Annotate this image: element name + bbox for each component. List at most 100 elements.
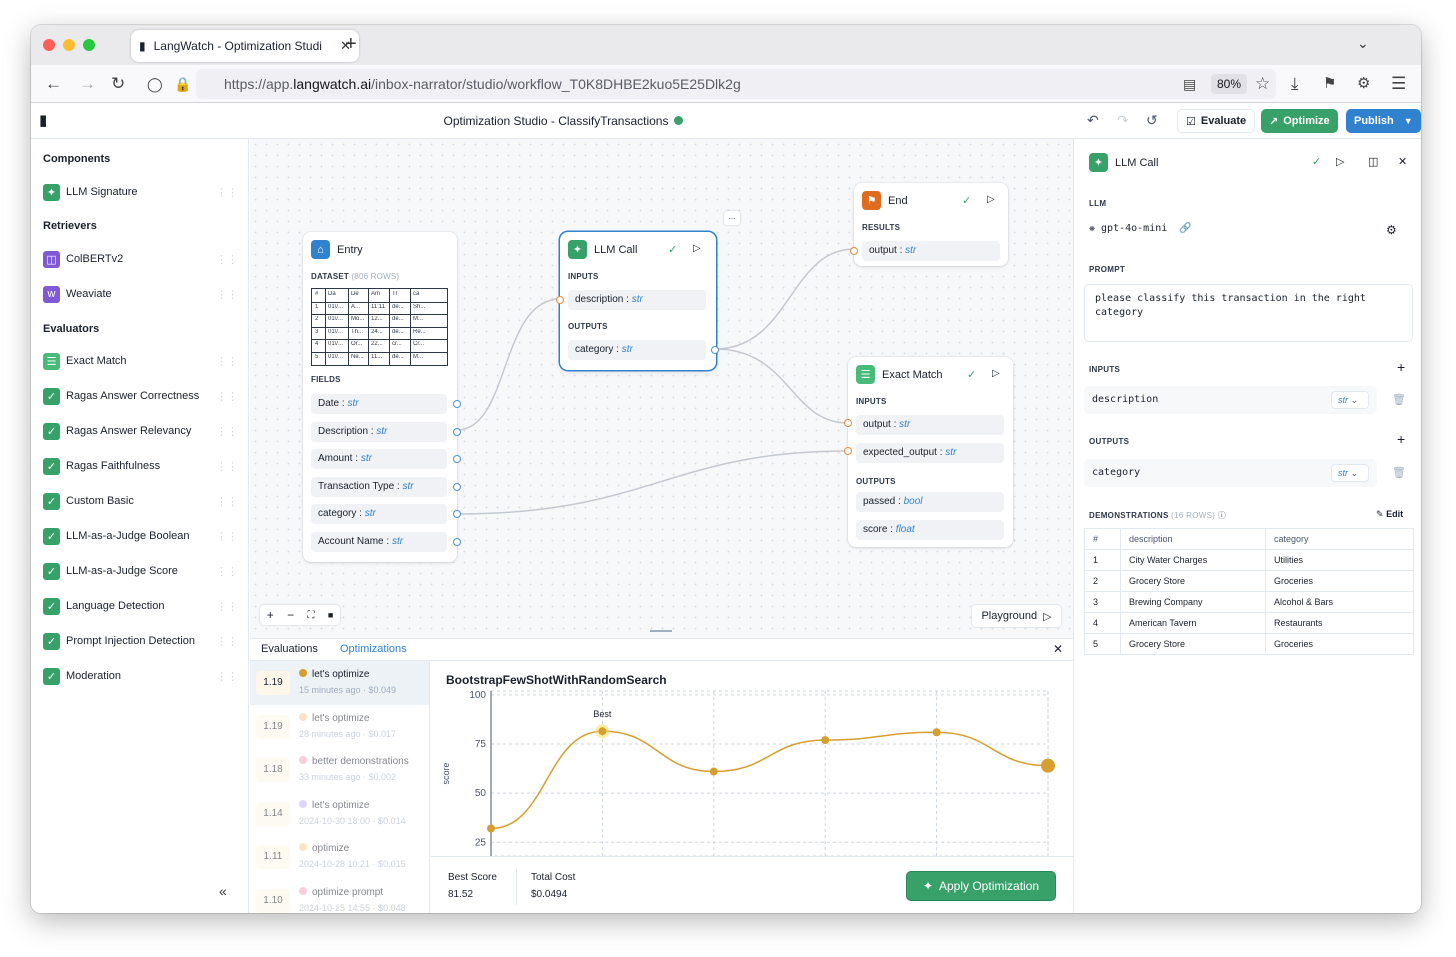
optimization-run-item[interactable]: 1.19let's optimize28 minutes ago · $0.01… — [250, 705, 430, 749]
tracking-shield-icon[interactable]: ◯ — [147, 74, 163, 94]
entry-field[interactable]: Amount : str — [311, 449, 447, 469]
workflow-canvas[interactable]: ⌂Entry DATASET (806 ROWS) #DaDeAmTrca101… — [250, 139, 1073, 638]
prompt-textarea[interactable]: please classify this transaction in the … — [1084, 284, 1413, 342]
type-select[interactable]: str ⌄ — [1331, 464, 1369, 482]
exact-input-expected-field[interactable]: expected_output : str — [856, 443, 1004, 463]
extension-bell-icon[interactable]: ⚑ — [1323, 74, 1336, 94]
bookmark-star-icon[interactable]: ☆ — [1255, 74, 1270, 94]
table-row[interactable]: 2Grocery StoreGroceries — [1085, 571, 1414, 592]
optimization-run-item[interactable]: 1.19let's optimize15 minutes ago · $0.04… — [250, 661, 430, 705]
entry-field[interactable]: category : str — [311, 504, 447, 524]
fit-view-icon[interactable]: ⛶ — [307, 610, 314, 621]
entry-node[interactable]: ⌂Entry DATASET (806 ROWS) #DaDeAmTrca101… — [303, 232, 457, 562]
add-output-icon[interactable]: + — [1397, 431, 1405, 447]
lock-icon[interactable]: 🔒 — [174, 74, 191, 94]
zoom-level[interactable]: 80% — [1211, 74, 1247, 94]
trash-icon[interactable]: 🗑 — [1392, 466, 1406, 479]
exact-input-output-field[interactable]: output : str — [856, 415, 1004, 435]
table-row[interactable]: 4American TavernRestaurants — [1085, 613, 1414, 634]
input-handle[interactable] — [844, 419, 852, 427]
drag-handle-icon[interactable]: ⋮⋮ — [216, 600, 238, 613]
playground-button[interactable]: Playground▷ — [971, 604, 1062, 628]
output-handle[interactable] — [453, 538, 461, 546]
play-icon[interactable]: ▷ — [693, 243, 701, 254]
redo-icon[interactable]: ↷ — [1117, 112, 1129, 129]
play-icon[interactable]: ▷ — [987, 194, 995, 205]
sidebar-item-evaluator[interactable]: ✓Prompt Injection Detection⋮⋮ — [43, 631, 238, 651]
tab-list-chevron-icon[interactable]: ⌄ — [1357, 35, 1369, 52]
tab-optimizations[interactable]: Optimizations — [340, 643, 407, 655]
data-point[interactable] — [710, 768, 718, 776]
exact-match-node[interactable]: ☰Exact Match ✓ ▷ INPUTS output : str exp… — [848, 357, 1013, 547]
download-icon[interactable]: ⤓ — [1291, 74, 1299, 94]
tab-evaluations[interactable]: Evaluations — [261, 643, 318, 655]
drag-handle-icon[interactable]: ⋮⋮ — [216, 460, 238, 473]
entry-field[interactable]: Description : str — [311, 422, 447, 442]
zoom-out-icon[interactable]: − — [287, 608, 294, 622]
close-window-button[interactable] — [43, 39, 55, 51]
optimization-run-item[interactable]: 1.18better demonstrations33 minutes ago … — [250, 748, 430, 792]
extensions-puzzle-icon[interactable]: ⚙ — [1357, 74, 1370, 94]
end-output-field[interactable]: output : str — [862, 241, 1000, 261]
drag-handle-icon[interactable]: ⋮⋮ — [216, 495, 238, 508]
optimization-run-item[interactable]: 1.14let's optimize2024-10-30 18:00 · $0.… — [250, 792, 430, 836]
play-icon[interactable]: ▷ — [992, 368, 1000, 379]
reload-icon[interactable]: ↻ — [111, 74, 125, 94]
sidebar-item-evaluator[interactable]: ✓Ragas Answer Correctness⋮⋮ — [43, 386, 238, 406]
input-handle[interactable] — [844, 447, 852, 455]
drag-handle-icon[interactable]: ⋮⋮ — [216, 565, 238, 578]
sidebar-item-evaluator[interactable]: ✓Custom Basic⋮⋮ — [43, 491, 238, 511]
sidebar-item-evaluator[interactable]: ✓Ragas Answer Relevancy⋮⋮ — [43, 421, 238, 441]
input-row[interactable]: descriptionstr ⌄ — [1084, 386, 1377, 414]
table-row[interactable]: 5Grocery StoreGroceries — [1085, 634, 1414, 655]
drag-handle-icon[interactable]: ⋮⋮ — [216, 355, 238, 368]
close-panel-icon[interactable]: ✕ — [1053, 642, 1063, 656]
table-row[interactable]: 3Brewing CompanyAlcohol & Bars — [1085, 592, 1414, 613]
lock-canvas-icon[interactable]: ■ — [328, 610, 333, 620]
data-point[interactable] — [821, 736, 829, 744]
data-point[interactable] — [933, 728, 941, 736]
exact-output-passed-field[interactable]: passed : bool — [856, 492, 1004, 512]
side-panel-icon[interactable]: ◫ — [1368, 155, 1378, 168]
zoom-in-icon[interactable]: + — [267, 608, 274, 622]
exact-output-score-field[interactable]: score : float — [856, 520, 1004, 540]
drag-handle-icon[interactable]: ⋮⋮ — [216, 425, 238, 438]
drag-handle-icon[interactable]: ⋮⋮ — [216, 253, 238, 266]
zoom-window-button[interactable] — [83, 39, 95, 51]
close-panel-icon[interactable]: ✕ — [1398, 155, 1407, 168]
output-row[interactable]: categorystr ⌄ — [1084, 459, 1377, 487]
url-bar[interactable]: https://app.langwatch.ai/inbox-narrator/… — [196, 69, 1276, 99]
new-tab-button[interactable]: + — [345, 33, 357, 56]
sidebar-item-evaluator[interactable]: ✓Ragas Faithfulness⋮⋮ — [43, 456, 238, 476]
minimize-window-button[interactable] — [63, 39, 75, 51]
sidebar-item-evaluator[interactable]: ✓Language Detection⋮⋮ — [43, 596, 238, 616]
drag-handle-icon[interactable]: ⋮⋮ — [216, 186, 238, 199]
best-data-point[interactable] — [598, 727, 606, 735]
sidebar-item-weaviate[interactable]: wWeaviate⋮⋮ — [43, 284, 238, 304]
sidebar-item-evaluator[interactable]: ☰Exact Match⋮⋮ — [43, 351, 238, 371]
history-icon[interactable]: ↺ — [1146, 112, 1158, 129]
add-input-icon[interactable]: + — [1397, 359, 1405, 375]
entry-field[interactable]: Account Name : str — [311, 532, 447, 552]
entry-field[interactable]: Transaction Type : str — [311, 477, 447, 497]
output-handle[interactable] — [453, 428, 461, 436]
browser-tab[interactable]: ▮ LangWatch - Optimization Studi ✕ — [131, 30, 359, 62]
drag-handle-icon[interactable]: ⋮⋮ — [216, 390, 238, 403]
optimization-run-item[interactable]: 1.11optimize2024-10-28 10:21 · $0.015 — [250, 835, 430, 879]
data-point[interactable] — [487, 825, 495, 833]
forward-icon[interactable]: → — [79, 74, 96, 94]
menu-hamburger-icon[interactable]: ☰ — [1391, 74, 1406, 94]
edit-demos-button[interactable]: ✎ Edit — [1376, 509, 1403, 520]
sidebar-item-evaluator[interactable]: ✓LLM-as-a-Judge Score⋮⋮ — [43, 561, 238, 581]
output-handle[interactable] — [453, 400, 461, 408]
sidebar-item-colbertv2[interactable]: ◫ColBERTv2⋮⋮ — [43, 249, 238, 269]
entry-field[interactable]: Date : str — [311, 394, 447, 414]
optimize-button[interactable]: ↗Optimize — [1261, 109, 1338, 133]
trash-icon[interactable]: 🗑 — [1392, 393, 1406, 406]
sidebar-item-evaluator[interactable]: ✓LLM-as-a-Judge Boolean⋮⋮ — [43, 526, 238, 546]
llm-call-node[interactable]: ✦LLM Call ✓ ▷ INPUTS description : str O… — [560, 232, 716, 370]
end-node[interactable]: ⚑End ✓ ▷ RESULTS output : str — [854, 183, 1008, 266]
publish-button[interactable]: Publish▼ — [1346, 109, 1421, 133]
sidebar-item-evaluator[interactable]: ✓Moderation⋮⋮ — [43, 666, 238, 686]
undo-icon[interactable]: ↶ — [1087, 112, 1099, 129]
